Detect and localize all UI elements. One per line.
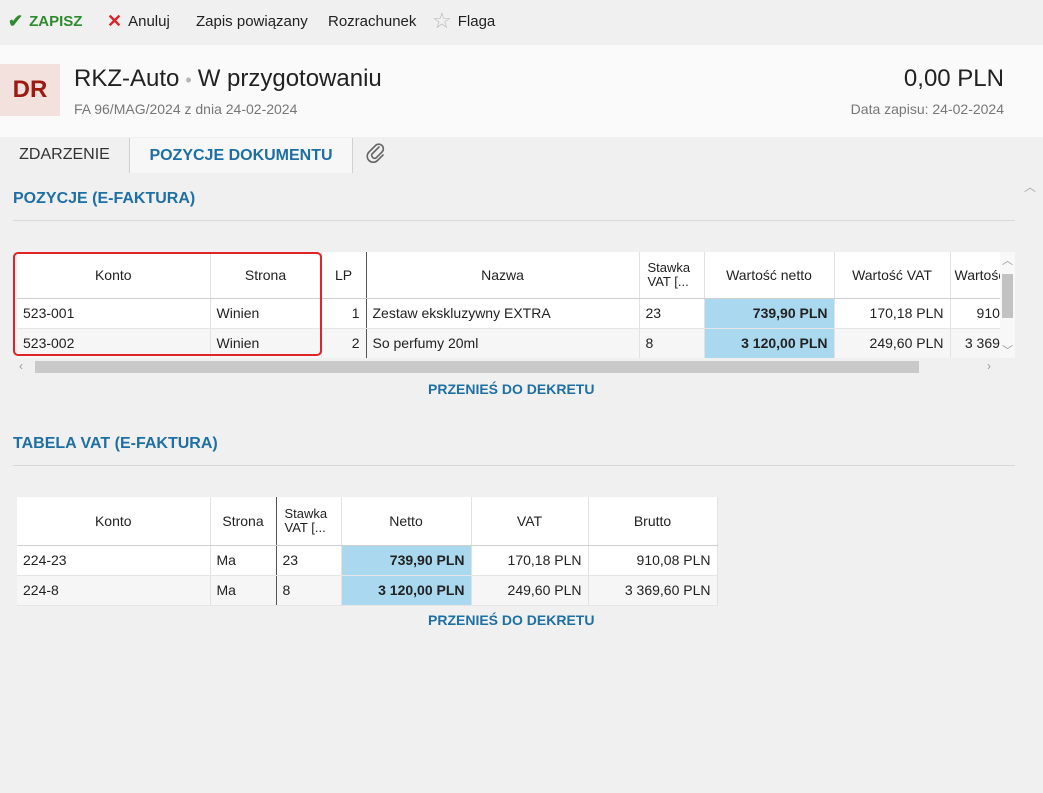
toolbar: ✔ ZAPISZ ✕ Anuluj Zapis powiązany Rozrac… (0, 0, 1043, 44)
vat-rate-cell: 8 (639, 328, 705, 358)
cancel-button[interactable]: ✕ Anuluj (107, 11, 170, 31)
column-header-net[interactable]: Netto (341, 497, 472, 546)
flag-button[interactable]: ☆ Flaga (432, 8, 496, 33)
save-date: Data zapisu: 24-02-2024 (850, 101, 1004, 117)
vertical-scroll-thumb[interactable] (1002, 274, 1013, 318)
lp-cell: 1 (321, 298, 367, 329)
positions-horizontal-scrollbar[interactable]: ‹ › (17, 359, 1005, 374)
move-to-decree-link-vat[interactable]: PRZENIEŚ DO DEKRETU (428, 612, 594, 628)
column-header-account[interactable]: Konto (17, 497, 211, 546)
net-cell: 739,90 PLN (341, 545, 472, 576)
scroll-up-arrow-icon[interactable]: ︿ (1002, 252, 1013, 268)
checkmark-icon: ✔ (8, 10, 24, 31)
vat-rate-cell: 23 (276, 545, 342, 576)
vat-rate-header-text: Stawka VAT [... (284, 505, 328, 535)
section-divider (13, 220, 1015, 221)
column-header-gross-value[interactable]: Wartość (950, 252, 1000, 299)
vat-cell: 170,18 PLN (471, 545, 589, 576)
column-header-side[interactable]: Strona (210, 497, 277, 546)
net-value-cell: 739,90 PLN (704, 298, 835, 329)
column-header-side[interactable]: Strona (210, 252, 322, 299)
column-header-lp[interactable]: LP (321, 252, 367, 299)
column-header-net-value[interactable]: Wartość netto (704, 252, 835, 299)
vat-section-title: TABELA VAT (E-FAKTURA) (13, 435, 218, 452)
scroll-left-arrow-icon[interactable]: ‹ (19, 359, 23, 373)
gross-value-cell: 910,08 PLN (950, 298, 1000, 329)
table-row[interactable]: 523-001 Winien 1 Zestaw ekskluzywny EXTR… (17, 298, 1000, 329)
scroll-down-arrow-icon[interactable]: ﹀ (1002, 342, 1013, 358)
vat-rate-header-text: Stawka VAT [... (647, 259, 691, 289)
column-header-vat[interactable]: VAT (471, 497, 589, 546)
column-header-vat-rate[interactable]: Stawka VAT [... (276, 497, 342, 546)
document-type-badge: DR (0, 64, 60, 116)
table-row[interactable]: 523-002 Winien 2 So perfumy 20ml 8 3 120… (17, 328, 1000, 358)
status-text: W przygotowaniu (197, 65, 382, 92)
gross-cell: 910,08 PLN (588, 545, 718, 576)
save-label: ZAPISZ (29, 12, 83, 30)
account-cell[interactable]: 224-8 (17, 575, 211, 606)
flag-label: Flaga (457, 12, 496, 30)
settlement-button[interactable]: Rozrachunek (328, 11, 416, 31)
gross-value-cell: 3 369,60 PLN (950, 328, 1000, 358)
side-cell[interactable]: Ma (210, 545, 277, 576)
side-cell[interactable]: Winien (210, 298, 322, 329)
document-header: DR RKZ-Auto • W przygotowaniu FA 96/MAG/20… (0, 45, 1043, 137)
settlement-label: Rozrachunek (328, 12, 417, 30)
vat-cell: 249,60 PLN (471, 575, 589, 606)
net-cell: 3 120,00 PLN (341, 575, 472, 606)
table-row[interactable]: 224-23 Ma 23 739,90 PLN 170,18 PLN 910,0… (17, 545, 718, 576)
account-cell[interactable]: 523-002 (17, 328, 211, 358)
column-header-vat-rate[interactable]: Stawka VAT [... (639, 252, 705, 299)
positions-vertical-scrollbar[interactable]: ︿ ﹀ (1000, 252, 1015, 358)
horizontal-scroll-thumb[interactable] (35, 361, 919, 373)
title-separator: • (185, 70, 192, 90)
vat-rate-cell: 8 (276, 575, 342, 606)
cancel-label: Anuluj (128, 12, 170, 30)
save-button[interactable]: ✔ ZAPISZ (8, 11, 82, 31)
vat-table: Konto Strona Stawka VAT [... Netto VAT B… (17, 497, 718, 606)
tab-document-positions[interactable]: POZYCJE DOKUMENTU (129, 138, 353, 173)
page-scroll-up-icon[interactable]: ︿ (1024, 178, 1036, 195)
gross-cell: 3 369,60 PLN (588, 575, 718, 606)
side-cell[interactable]: Ma (210, 575, 277, 606)
paperclip-icon (366, 142, 386, 169)
positions-section-title: POZYCJE (E-FAKTURA) (13, 190, 196, 207)
column-header-account[interactable]: Konto (17, 252, 211, 299)
vat-value-cell: 170,18 PLN (834, 298, 951, 329)
linked-entry-label: Zapis powiązany (196, 12, 308, 30)
move-to-decree-link-positions[interactable]: PRZENIEŚ DO DEKRETU (428, 381, 594, 397)
tab-event[interactable]: ZDARZENIE (0, 138, 129, 172)
document-subtitle: FA 96/MAG/2024 z dnia 24-02-2024 (74, 101, 298, 117)
page-title: RKZ-Auto • W przygotowaniu (74, 65, 382, 93)
positions-grid-viewport: Konto Strona LP Nazwa Stawka VAT [... Wa… (17, 252, 1000, 358)
star-icon: ☆ (432, 8, 452, 33)
section-divider (13, 465, 1015, 466)
positions-table: Konto Strona LP Nazwa Stawka VAT [... Wa… (17, 252, 1000, 358)
column-header-vat-value[interactable]: Wartość VAT (834, 252, 951, 299)
table-row[interactable]: 224-8 Ma 8 3 120,00 PLN 249,60 PLN 3 369… (17, 575, 718, 606)
document-amount: 0,00 PLN (903, 65, 1004, 92)
name-cell: So perfumy 20ml (366, 328, 640, 358)
vat-value-cell: 249,60 PLN (834, 328, 951, 358)
account-cell[interactable]: 523-001 (17, 298, 211, 329)
tab-attachments[interactable] (362, 138, 390, 172)
lp-cell: 2 (321, 328, 367, 358)
column-header-gross[interactable]: Brutto (588, 497, 718, 546)
x-icon: ✕ (107, 10, 123, 31)
side-cell[interactable]: Winien (210, 328, 322, 358)
linked-entry-button[interactable]: Zapis powiązany (196, 11, 308, 31)
name-cell: Zestaw ekskluzywny EXTRA (366, 298, 640, 329)
vat-rate-cell: 23 (639, 298, 705, 329)
column-header-name[interactable]: Nazwa (366, 252, 640, 299)
document-name: RKZ-Auto (74, 65, 180, 92)
scroll-right-arrow-icon[interactable]: › (987, 359, 991, 373)
net-value-cell: 3 120,00 PLN (704, 328, 835, 358)
account-cell[interactable]: 224-23 (17, 545, 211, 576)
